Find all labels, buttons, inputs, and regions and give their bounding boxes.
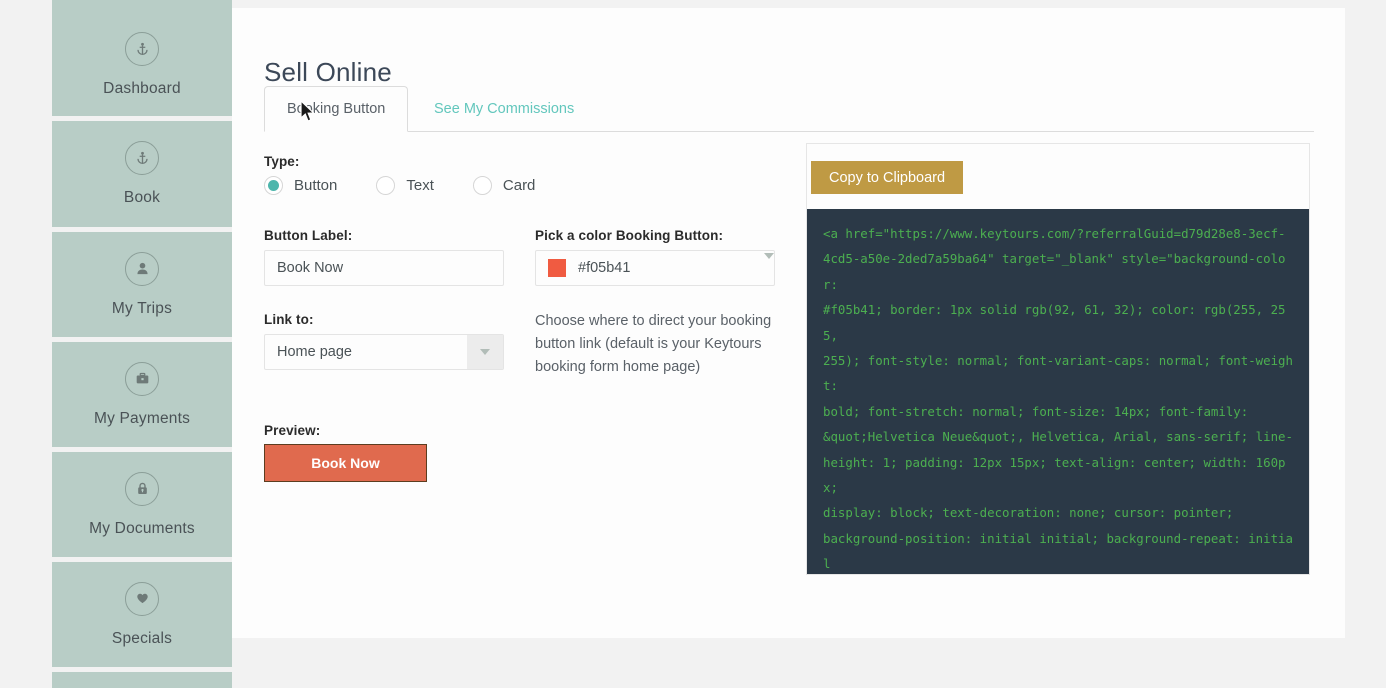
tab-label: See My Commissions	[434, 101, 575, 117]
chevron-down-icon[interactable]	[467, 335, 503, 369]
button-label-label: Button Label:	[264, 228, 353, 243]
sidebar-item-label: Dashboard	[103, 80, 181, 97]
code-line: <a href="https://www.keytours.com/?refer…	[823, 226, 1286, 241]
color-swatch	[548, 259, 566, 277]
radio-label: Text	[406, 177, 434, 194]
sidebar-item-label: Book	[123, 189, 161, 206]
code-line: 4cd5-a50e-2ded7a59ba64" target="_blank" …	[823, 251, 1286, 292]
embed-code-card: Copy to Clipboard <a href="https://www.k…	[806, 143, 1310, 575]
sidebar: Dashboard Book My Trips My Payments My D…	[52, 0, 232, 688]
sidebar-item-label: Specials	[111, 629, 173, 647]
sidebar-item-my-payments[interactable]: My Payments	[52, 342, 232, 447]
preview-label: Preview:	[264, 423, 321, 438]
embed-code-block[interactable]: <a href="https://www.keytours.com/?refer…	[807, 209, 1309, 574]
tab-bar: Booking Button See My Commissions	[264, 86, 1314, 132]
app-root: Dashboard Book My Trips My Payments My D…	[0, 0, 1386, 688]
mouse-cursor	[300, 99, 317, 129]
button-label-input[interactable]: Book Now	[264, 250, 504, 286]
code-line: display: block; text-decoration: none; c…	[823, 505, 1234, 521]
sidebar-item-specials[interactable]: Specials	[52, 562, 232, 667]
code-line: #f05b41; border: 1px solid rgb(92, 61, 3…	[823, 302, 1286, 343]
radio-label: Button	[294, 177, 338, 194]
color-label: Pick a color Booking Button:	[535, 228, 724, 243]
sidebar-item-my-trips[interactable]: My Trips	[52, 232, 232, 337]
main-content: Sell Online Booking Button See My Commis…	[232, 8, 1345, 638]
code-line: bold; font-stretch: normal; font-size: 1…	[823, 403, 1249, 419]
tab-booking-button[interactable]: Booking Button	[264, 86, 409, 132]
briefcase-icon	[125, 361, 159, 396]
link-to-label: Link to:	[264, 312, 314, 327]
helper-text: Choose where to direct your booking butt…	[535, 313, 772, 375]
page-title: Sell Online	[264, 57, 392, 88]
radio-button-selected[interactable]	[264, 176, 283, 195]
radio-button-unselected[interactable]	[376, 176, 396, 195]
code-line: &quot;Helvetica Neue&quot;, Helvetica, A…	[823, 429, 1293, 445]
tab-see-my-commissions[interactable]: See My Commissions	[412, 86, 596, 132]
radio-option-text[interactable]: Text	[376, 176, 434, 195]
code-line: height: 1; padding: 12px 15px; text-alig…	[823, 454, 1286, 496]
sidebar-item-label: My Trips	[111, 299, 173, 317]
preview-book-now-button[interactable]: Book Now	[264, 444, 427, 482]
anchor-icon	[125, 141, 159, 175]
code-line: background-position: initial initial; ba…	[823, 530, 1293, 572]
chevron-down-icon[interactable]	[764, 253, 774, 277]
type-radio-group: Button Text Card	[264, 176, 574, 195]
color-picker[interactable]: #f05b41	[535, 250, 775, 286]
color-value: #f05b41	[578, 260, 631, 276]
link-to-value: Home page	[277, 344, 352, 360]
lock-icon	[125, 471, 159, 506]
sidebar-item-book[interactable]: Book	[52, 121, 232, 227]
radio-option-card[interactable]: Card	[472, 176, 536, 195]
heart-icon	[125, 581, 159, 616]
sidebar-item-my-documents[interactable]: My Documents	[52, 452, 232, 557]
radio-option-button[interactable]: Button	[264, 176, 337, 195]
sidebar-item-group[interactable]	[52, 672, 232, 688]
type-label: Type:	[264, 154, 300, 169]
anchor-icon	[125, 32, 159, 66]
person-icon	[125, 251, 159, 286]
sidebar-item-label: My Documents	[89, 519, 195, 537]
radio-button-unselected[interactable]	[472, 176, 492, 195]
copy-to-clipboard-button[interactable]: Copy to Clipboard	[811, 161, 964, 194]
sidebar-item-label: My Payments	[93, 409, 191, 427]
link-to-select[interactable]: Home page	[264, 334, 504, 370]
radio-label: Card	[502, 177, 536, 194]
code-line: 255); font-style: normal; font-variant-c…	[823, 353, 1293, 394]
sidebar-item-dashboard[interactable]: Dashboard	[52, 0, 232, 116]
